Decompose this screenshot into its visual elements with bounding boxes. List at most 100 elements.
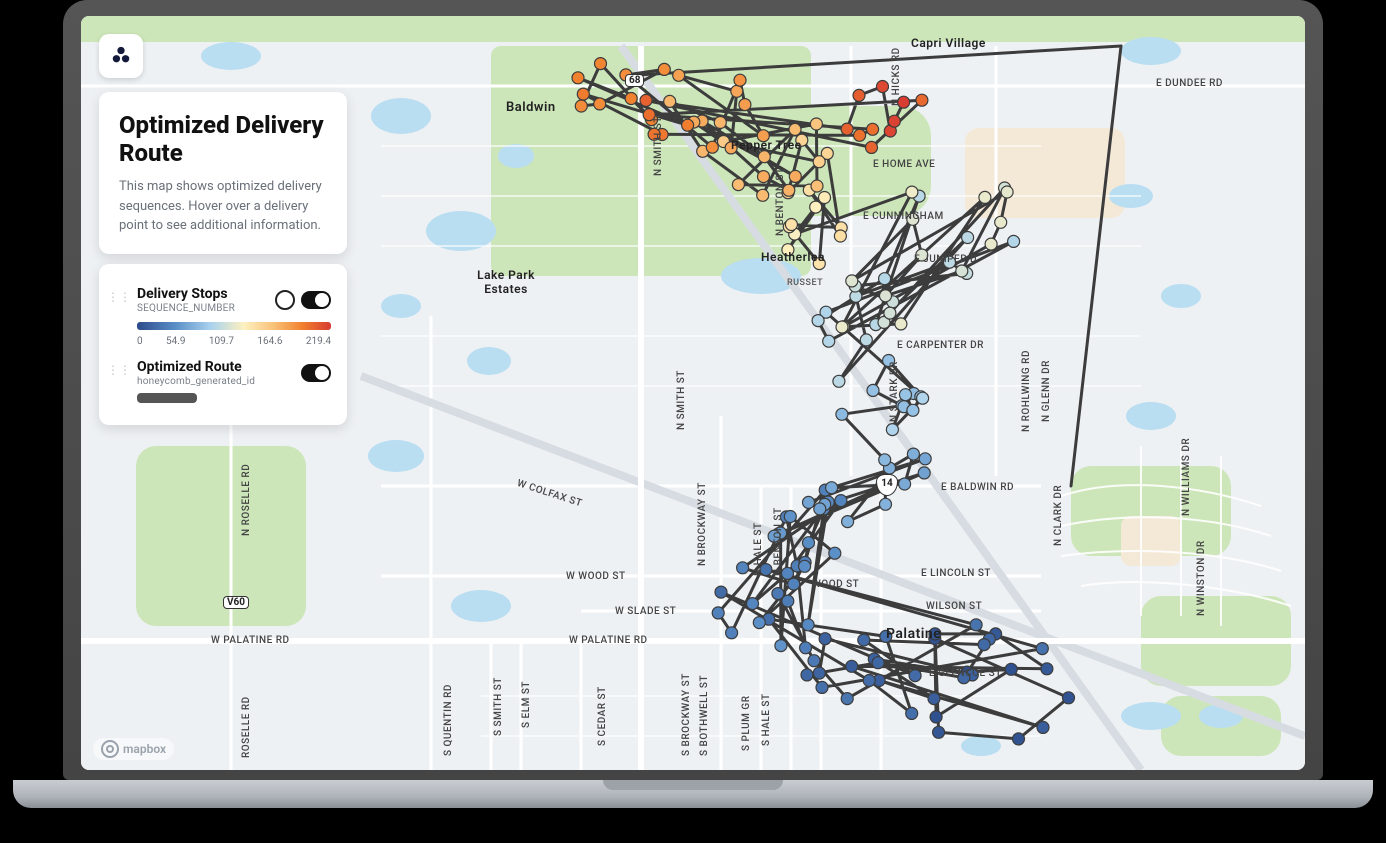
delivery-stop[interactable] (888, 115, 900, 127)
delivery-stop[interactable] (1013, 733, 1025, 745)
delivery-stop[interactable] (595, 58, 607, 70)
delivery-stop[interactable] (906, 707, 918, 719)
delivery-stop[interactable] (726, 627, 738, 639)
delivery-stop[interactable] (858, 634, 870, 646)
delivery-stop[interactable] (962, 232, 974, 244)
layer-stops-radio[interactable] (275, 290, 295, 310)
delivery-stop[interactable] (747, 598, 759, 610)
delivery-stop[interactable] (886, 424, 898, 436)
delivery-stop[interactable] (879, 273, 891, 285)
delivery-stop[interactable] (841, 123, 853, 135)
delivery-stop[interactable] (877, 81, 889, 93)
delivery-stop[interactable] (1001, 186, 1013, 198)
delivery-stop[interactable] (883, 355, 895, 367)
delivery-stop[interactable] (884, 307, 896, 319)
delivery-stop[interactable] (872, 657, 884, 669)
delivery-stop[interactable] (841, 693, 853, 705)
delivery-stop[interactable] (753, 617, 765, 629)
delivery-stop[interactable] (782, 595, 794, 607)
delivery-stop[interactable] (734, 74, 746, 86)
delivery-stop[interactable] (916, 94, 928, 106)
delivery-stop[interactable] (979, 191, 991, 203)
delivery-stop[interactable] (796, 134, 808, 146)
delivery-stop[interactable] (853, 89, 865, 101)
delivery-stop[interactable] (867, 384, 879, 396)
delivery-stop[interactable] (823, 335, 835, 347)
delivery-stop[interactable] (775, 640, 787, 652)
delivery-stop[interactable] (783, 184, 795, 196)
delivery-stop[interactable] (812, 315, 824, 327)
delivery-stop[interactable] (594, 98, 606, 110)
delivery-stop[interactable] (803, 537, 815, 549)
delivery-stop[interactable] (810, 118, 822, 130)
delivery-stop[interactable] (833, 375, 845, 387)
delivery-stop[interactable] (802, 619, 814, 631)
delivery-stop[interactable] (854, 129, 866, 141)
delivery-stop[interactable] (956, 265, 968, 277)
delivery-stop[interactable] (664, 95, 676, 107)
delivery-stop[interactable] (907, 448, 919, 460)
delivery-stop[interactable] (1037, 721, 1049, 733)
delivery-stop[interactable] (933, 726, 945, 738)
delivery-stop[interactable] (829, 547, 841, 559)
delivery-stop[interactable] (919, 453, 931, 465)
delivery-stop[interactable] (906, 186, 918, 198)
delivery-stop[interactable] (757, 130, 769, 142)
delivery-stop[interactable] (846, 660, 858, 672)
delivery-stop[interactable] (813, 667, 825, 679)
drag-handle-icon[interactable]: ⋮⋮ (107, 363, 131, 377)
delivery-stop[interactable] (907, 404, 919, 416)
delivery-stop[interactable] (880, 498, 892, 510)
delivery-stop[interactable] (808, 655, 820, 667)
delivery-stop[interactable] (784, 511, 796, 523)
delivery-stop[interactable] (895, 318, 907, 330)
delivery-stop[interactable] (801, 669, 813, 681)
layer-route-toggle[interactable] (301, 364, 331, 382)
delivery-stop[interactable] (757, 189, 769, 201)
delivery-stop[interactable] (648, 128, 660, 140)
delivery-stop[interactable] (785, 219, 797, 231)
delivery-stop[interactable] (995, 216, 1007, 228)
delivery-stop[interactable] (658, 63, 670, 75)
delivery-stop[interactable] (918, 467, 930, 479)
delivery-stop[interactable] (575, 100, 587, 112)
delivery-stop[interactable] (789, 123, 801, 135)
delivery-stop[interactable] (985, 238, 997, 250)
delivery-stop[interactable] (842, 516, 854, 528)
delivery-stop[interactable] (712, 607, 724, 619)
delivery-stop[interactable] (1008, 235, 1020, 247)
delivery-stop[interactable] (725, 142, 737, 154)
delivery-stop[interactable] (899, 478, 911, 490)
delivery-stop[interactable] (789, 170, 801, 182)
delivery-stop[interactable] (760, 564, 772, 576)
delivery-stop[interactable] (810, 201, 822, 213)
delivery-stop[interactable] (788, 578, 800, 590)
delivery-stop[interactable] (863, 675, 875, 687)
delivery-stop[interactable] (929, 628, 941, 640)
delivery-stop[interactable] (1063, 692, 1075, 704)
delivery-stop[interactable] (782, 567, 794, 579)
delivery-stop[interactable] (836, 321, 848, 333)
delivery-stop[interactable] (916, 249, 928, 261)
delivery-stop[interactable] (732, 179, 744, 191)
delivery-stop[interactable] (737, 562, 749, 574)
delivery-stop[interactable] (714, 117, 726, 129)
delivery-stop[interactable] (834, 230, 846, 242)
delivery-stop[interactable] (1005, 663, 1017, 675)
delivery-stop[interactable] (917, 392, 929, 404)
delivery-stop[interactable] (800, 642, 812, 654)
delivery-stop[interactable] (577, 88, 589, 100)
delivery-stop[interactable] (928, 693, 940, 705)
delivery-stop[interactable] (816, 681, 828, 693)
delivery-stop[interactable] (758, 151, 770, 163)
delivery-stop[interactable] (673, 69, 685, 81)
delivery-stop[interactable] (715, 586, 727, 598)
delivery-stop[interactable] (898, 96, 910, 108)
delivery-stop[interactable] (799, 560, 811, 572)
delivery-stop[interactable] (867, 123, 879, 135)
delivery-stop[interactable] (814, 503, 826, 515)
delivery-stop[interactable] (731, 85, 743, 97)
delivery-stop[interactable] (819, 192, 831, 204)
delivery-stop[interactable] (836, 408, 848, 420)
delivery-stop[interactable] (866, 141, 878, 153)
